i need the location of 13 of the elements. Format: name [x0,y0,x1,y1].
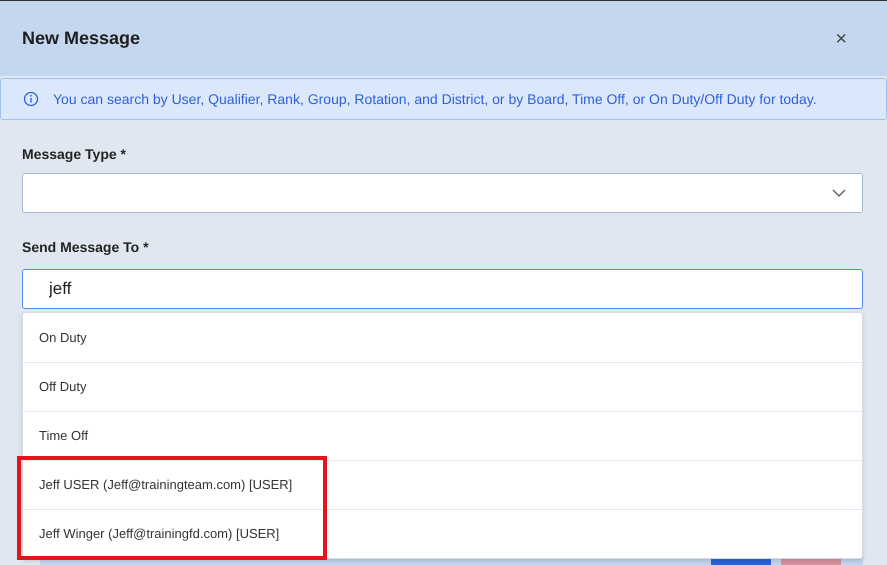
chevron-down-icon [832,189,846,197]
suggestion-item[interactable]: Time Off [23,411,862,460]
info-text: You can search by User, Qualifier, Rank, Group, Rotation, and District, or by Board, Time Off, or On Duty/Off Duty for today. [53,90,817,109]
suggestion-item[interactable]: On Duty [23,313,862,362]
field-label: Message Type * [22,145,128,164]
suggestion-item[interactable]: Jeff Winger (Jeff@trainingfd.com) [USER] [23,509,862,558]
info-icon [23,91,39,107]
close-button[interactable]: × [831,28,851,48]
suggestion-item[interactable]: Jeff USER (Jeff@trainingteam.com) [USER] [23,460,862,509]
field-label: Send Message To * [22,238,150,257]
window-title: New Message [22,28,140,50]
suggestion-item[interactable]: Off Duty [23,362,862,411]
message-type-select[interactable] [22,173,863,213]
